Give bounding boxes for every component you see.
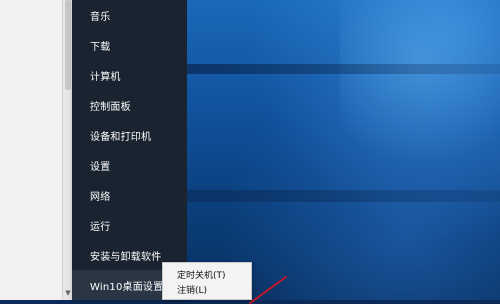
menu-item-label: 音乐 xyxy=(90,11,111,23)
desktop-wallpaper xyxy=(187,0,500,300)
menu-item-label: 计算机 xyxy=(90,71,121,83)
menu-item-label: 网络 xyxy=(90,191,111,203)
start-menu-panel: 音乐 下载 计算机 控制面板 设备和打印机 设置 网络 运行 安装与卸载软件 W… xyxy=(72,0,187,300)
menu-item-label: 设置 xyxy=(90,161,111,173)
menu-item-settings[interactable]: 设置 xyxy=(72,150,187,180)
menu-item-music[interactable]: 音乐 xyxy=(72,0,187,30)
left-panel-background xyxy=(0,0,62,300)
submenu-item-label: 注销(L) xyxy=(177,286,208,296)
wallpaper-beam xyxy=(187,64,500,74)
menu-item-label: 设备和打印机 xyxy=(90,131,152,143)
menu-item-control-panel[interactable]: 控制面板 xyxy=(72,90,187,120)
menu-item-run[interactable]: 运行 xyxy=(72,210,187,240)
submenu-item-scheduled-shutdown[interactable]: 定时关机(T) xyxy=(163,267,251,282)
menu-item-label: Win10桌面设置 xyxy=(90,281,164,293)
chevron-down-icon[interactable]: ▼ xyxy=(64,288,72,298)
menu-item-label: 下载 xyxy=(90,41,111,53)
wallpaper-beam xyxy=(187,190,500,202)
wallpaper-glow xyxy=(340,0,500,160)
submenu-item-logout[interactable]: 注销(L) xyxy=(163,282,251,297)
menu-item-computer[interactable]: 计算机 xyxy=(72,60,187,90)
submenu-item-label: 定时关机(T) xyxy=(177,271,226,281)
menu-item-network[interactable]: 网络 xyxy=(72,180,187,210)
submenu-context-menu: 定时关机(T) 注销(L) xyxy=(162,262,252,300)
scrollbar-thumb[interactable] xyxy=(65,0,71,90)
menu-item-downloads[interactable]: 下载 xyxy=(72,30,187,60)
menu-item-label: 控制面板 xyxy=(90,101,131,113)
menu-item-label: 运行 xyxy=(90,221,111,233)
menu-item-label: 安装与卸载软件 xyxy=(90,251,162,263)
start-menu-scrollbar[interactable]: ▼ xyxy=(62,0,72,300)
menu-item-devices-printers[interactable]: 设备和打印机 xyxy=(72,120,187,150)
